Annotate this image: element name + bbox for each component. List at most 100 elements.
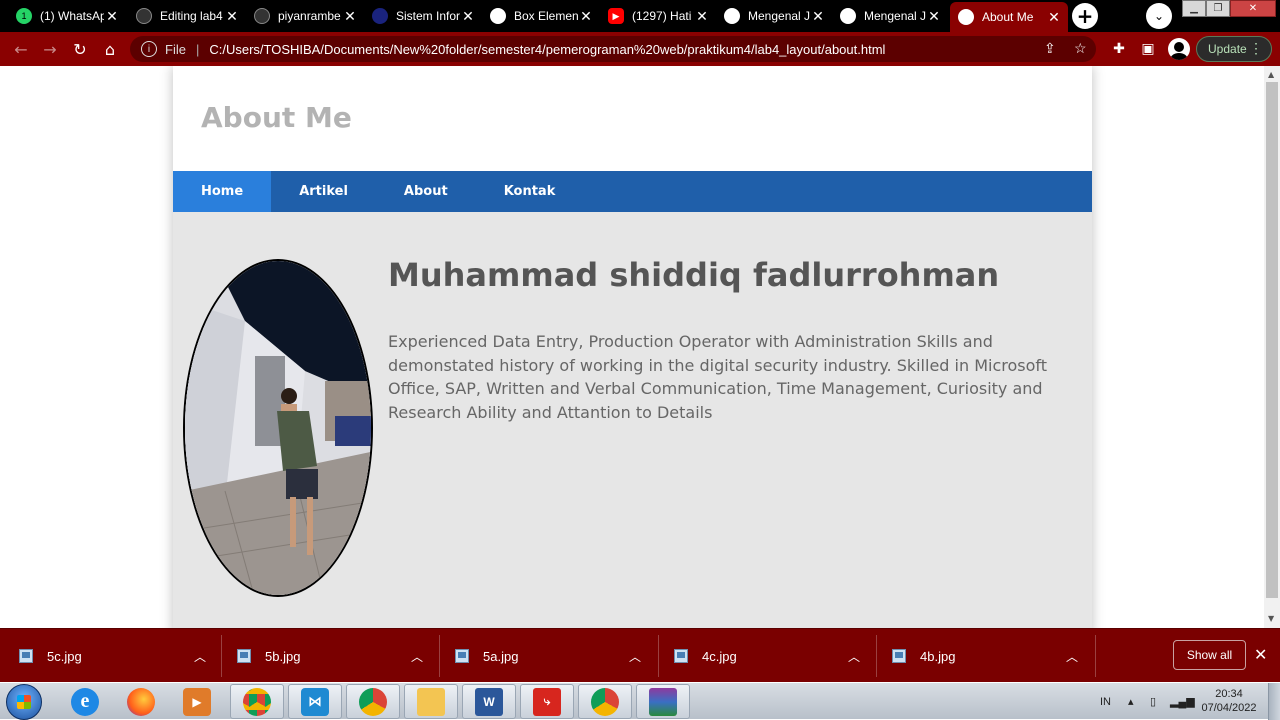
vscode-icon[interactable]: ⋈ <box>288 684 342 719</box>
tab-github-piyan[interactable]: piyanrambe ✕ <box>246 2 364 30</box>
update-button[interactable]: Update ⋮ <box>1196 36 1272 62</box>
firefox-icon[interactable] <box>114 684 168 719</box>
window-controls: ▁ ❐ ✕ <box>1182 0 1276 18</box>
close-icon[interactable]: ✕ <box>1046 9 1062 25</box>
close-icon[interactable]: ✕ <box>810 8 826 24</box>
tab-mengenal-2[interactable]: Mengenal J ✕ <box>832 2 948 30</box>
signal-icon[interactable]: ▂▄▆ <box>1170 683 1195 720</box>
system-clock[interactable]: 20:34 07/04/2022 <box>1196 687 1262 715</box>
page-scrollbar[interactable]: ▲ ▼ <box>1264 66 1280 628</box>
scrollbar-thumb[interactable] <box>1266 82 1278 598</box>
tab-title: Box Elemen <box>514 9 578 23</box>
download-item[interactable]: 4c.jpg ︿ <box>674 629 876 683</box>
media-player-icon[interactable]: ▶ <box>170 684 224 719</box>
close-icon[interactable]: ✕ <box>342 8 358 24</box>
minimize-button[interactable]: ▁ <box>1182 0 1206 17</box>
new-tab-button[interactable]: + <box>1072 3 1098 29</box>
close-icon[interactable]: ✕ <box>224 8 240 24</box>
start-button[interactable] <box>6 684 42 720</box>
close-icon[interactable]: ✕ <box>694 8 710 24</box>
tab-whatsapp[interactable]: 1 (1) WhatsApp ✕ <box>8 2 126 30</box>
acrobat-icon[interactable]: ⤷ <box>520 684 574 719</box>
address-bar[interactable]: i File | C:/Users/TOSHIBA/Documents/New%… <box>130 36 1096 62</box>
word-icon[interactable]: W <box>462 684 516 719</box>
tab-title: (1) WhatsApp <box>40 9 104 23</box>
tab-mengenal-1[interactable]: Mengenal J ✕ <box>716 2 832 30</box>
file-explorer-icon[interactable] <box>404 684 458 719</box>
download-item[interactable]: 5a.jpg ︿ <box>455 629 657 683</box>
chevron-up-icon[interactable]: ︿ <box>411 648 423 665</box>
page-viewport: About Me Home Artikel About Kontak Muham… <box>0 66 1264 628</box>
close-icon[interactable]: ✕ <box>104 8 120 24</box>
profile-photo <box>183 259 373 597</box>
chevron-up-icon[interactable]: ︿ <box>194 648 206 665</box>
tab-github-editing[interactable]: Editing lab4 ✕ <box>128 2 246 30</box>
nav-home[interactable]: Home <box>173 171 272 212</box>
tab-sistem-informasi[interactable]: Sistem Infor ✕ <box>364 2 482 30</box>
forward-button[interactable]: → <box>39 38 61 60</box>
scroll-up-icon[interactable]: ▲ <box>1268 70 1274 79</box>
internet-explorer-icon[interactable]: e <box>58 684 112 719</box>
image-file-icon <box>237 649 251 663</box>
nav-kontak[interactable]: Kontak <box>476 171 584 212</box>
close-icon[interactable]: ✕ <box>460 8 476 24</box>
github-icon <box>136 8 152 24</box>
image-file-icon <box>19 649 33 663</box>
scroll-down-icon[interactable]: ▼ <box>1268 614 1274 623</box>
download-filename: 4b.jpg <box>920 648 956 664</box>
globe-icon <box>958 9 974 25</box>
clock-time: 20:34 <box>1215 688 1243 700</box>
chrome-icon[interactable] <box>230 684 284 719</box>
language-indicator[interactable]: IN <box>1100 683 1111 720</box>
home-button[interactable]: ⌂ <box>99 38 121 60</box>
tray-expand-icon[interactable]: ▴ <box>1128 683 1134 720</box>
info-icon[interactable]: i <box>141 41 157 57</box>
nav-about[interactable]: About <box>376 171 476 212</box>
url-text[interactable]: C:/Users/TOSHIBA/Documents/New%20folder/… <box>209 42 885 57</box>
side-panel-icon[interactable]: ▣ <box>1139 40 1157 58</box>
divider <box>876 635 877 677</box>
close-icon[interactable]: ✕ <box>926 8 942 24</box>
download-item[interactable]: 5c.jpg ︿ <box>19 629 221 683</box>
download-shelf: 5c.jpg ︿ 5b.jpg ︿ 5a.jpg ︿ 4c.jpg ︿ 4b.j… <box>0 628 1280 682</box>
tab-youtube[interactable]: ▶ (1297) Hati ✕ <box>600 2 716 30</box>
nav-artikel[interactable]: Artikel <box>271 171 376 212</box>
download-filename: 5c.jpg <box>47 648 82 664</box>
scheme-label: File <box>165 41 186 57</box>
share-icon[interactable]: ⇪ <box>1044 40 1056 57</box>
winrar-icon[interactable] <box>636 684 690 719</box>
tab-box-element[interactable]: Box Elemen ✕ <box>482 2 600 30</box>
restore-button[interactable]: ❐ <box>1206 0 1230 17</box>
battery-icon[interactable]: ▯ <box>1150 683 1156 720</box>
download-item[interactable]: 4b.jpg ︿ <box>892 629 1094 683</box>
bookmark-star-icon[interactable]: ☆ <box>1074 40 1087 57</box>
page-container: About Me Home Artikel About Kontak Muham… <box>173 66 1092 628</box>
close-window-button[interactable]: ✕ <box>1230 0 1276 17</box>
chrome-canary-icon[interactable] <box>346 684 400 719</box>
download-filename: 5a.jpg <box>483 648 519 664</box>
close-icon[interactable]: ✕ <box>1254 645 1267 664</box>
extensions-icon[interactable]: ✚ <box>1110 40 1128 58</box>
chevron-up-icon[interactable]: ︿ <box>1066 648 1078 665</box>
image-file-icon <box>674 649 688 663</box>
chevron-up-icon[interactable]: ︿ <box>629 648 641 665</box>
back-button[interactable]: ← <box>10 38 32 60</box>
profile-avatar[interactable] <box>1168 38 1190 60</box>
show-desktop-button[interactable] <box>1268 683 1280 720</box>
download-filename: 5b.jpg <box>265 648 301 664</box>
tab-search-button[interactable]: ⌄ <box>1146 3 1172 29</box>
page-title: About Me <box>201 101 352 134</box>
reload-button[interactable]: ↻ <box>69 38 91 60</box>
chrome-profile-icon[interactable] <box>578 684 632 719</box>
chevron-up-icon[interactable]: ︿ <box>848 648 860 665</box>
tab-title: Mengenal J <box>748 9 810 23</box>
profile-name: Muhammad shiddiq fadlurrohman <box>388 256 1000 294</box>
show-all-button[interactable]: Show all <box>1173 640 1246 670</box>
download-item[interactable]: 5b.jpg ︿ <box>237 629 439 683</box>
profile-photo-image <box>185 261 371 595</box>
clock-date: 07/04/2022 <box>1201 702 1257 714</box>
close-icon[interactable]: ✕ <box>578 8 594 24</box>
menu-dots-icon: ⋮ <box>1249 40 1263 56</box>
youtube-icon: ▶ <box>608 8 624 24</box>
tab-about-me[interactable]: About Me ✕ <box>950 2 1068 32</box>
